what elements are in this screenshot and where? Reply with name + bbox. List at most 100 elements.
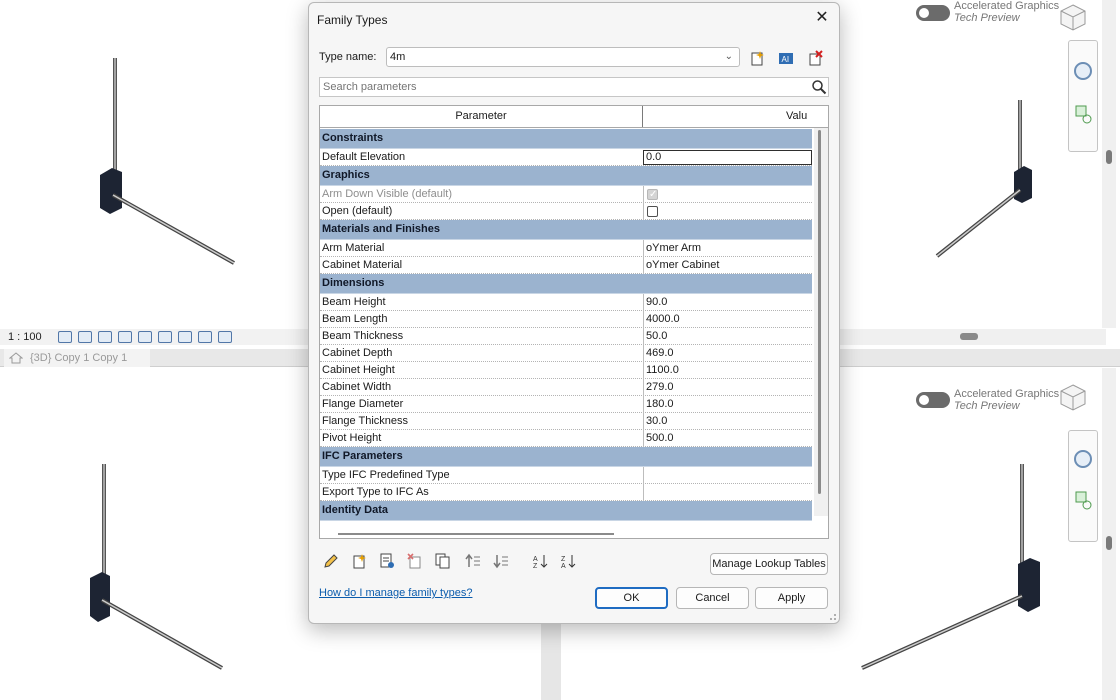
resize-grip-icon[interactable]	[827, 611, 837, 621]
new-parameter-icon	[353, 554, 366, 569]
parameter-value[interactable]: 50.0	[643, 328, 812, 345]
parameter-value[interactable]	[643, 203, 812, 220]
render-icon[interactable]	[138, 331, 152, 343]
viewport-bottom-right[interactable]: Accelerated Graphics Tech Preview	[840, 368, 1116, 700]
column-header-parameter[interactable]: Parameter	[320, 106, 643, 127]
scrollbar-thumb[interactable]	[1106, 536, 1112, 550]
group-header[interactable]: Identity Data	[320, 501, 812, 521]
scrollbar-thumb[interactable]	[338, 533, 614, 535]
parameter-value[interactable]: 4000.0	[643, 311, 812, 328]
parameter-row[interactable]: Beam Height 90.0	[320, 294, 812, 311]
parameter-value[interactable]: 1100.0	[643, 362, 812, 379]
horizontal-scrollbar-top-right[interactable]	[840, 329, 1106, 345]
copy-parameter-button[interactable]	[377, 551, 397, 571]
steering-wheel-icon[interactable]	[1069, 445, 1097, 473]
scale-label[interactable]: 1 : 100	[8, 331, 52, 343]
navigation-bar[interactable]	[1068, 430, 1098, 542]
accelerated-graphics-toggle[interactable]	[916, 5, 950, 21]
scrollbar-thumb[interactable]	[1106, 150, 1112, 164]
crop-view-icon[interactable]	[178, 331, 192, 343]
navigation-bar[interactable]	[1068, 40, 1098, 152]
parameter-value[interactable]: 500.0	[643, 430, 812, 447]
parameter-value[interactable]: 30.0	[643, 413, 812, 430]
vertical-scrollbar[interactable]	[1102, 0, 1116, 328]
move-up-button[interactable]	[463, 551, 483, 571]
parameter-row[interactable]: Export Type to IFC As	[320, 484, 812, 501]
view-cube-icon[interactable]	[1058, 382, 1088, 412]
zoom-region-icon[interactable]	[1069, 101, 1097, 129]
duplicate-button[interactable]	[433, 551, 453, 571]
hide-isolate-icon[interactable]	[198, 331, 212, 343]
cancel-button[interactable]: Cancel	[676, 587, 749, 609]
close-icon[interactable]: ✕	[813, 10, 831, 28]
tab-3d-copy[interactable]: {3D} Copy 1 Copy 1	[4, 349, 150, 367]
lock-view-icon[interactable]	[158, 331, 172, 343]
group-header[interactable]: IFC Parameters	[320, 447, 812, 467]
type-name-label: Type name:	[319, 51, 377, 63]
search-icon[interactable]	[811, 79, 827, 95]
parameter-row[interactable]: Arm Material oYmer Arm	[320, 240, 812, 257]
group-header[interactable]: Dimensions	[320, 274, 812, 294]
checkbox[interactable]	[647, 206, 658, 217]
scrollbar-thumb[interactable]	[818, 130, 821, 494]
parameter-row[interactable]: Cabinet Width 279.0	[320, 379, 812, 396]
ok-button[interactable]: OK	[595, 587, 668, 609]
move-down-button[interactable]	[491, 551, 511, 571]
parameter-row[interactable]: Cabinet Material oYmer Cabinet	[320, 257, 812, 274]
parameter-value[interactable]	[643, 186, 812, 203]
search-parameters-input[interactable]	[319, 77, 829, 97]
group-header[interactable]: Graphics	[320, 166, 812, 186]
steering-wheel-icon[interactable]	[1069, 57, 1097, 85]
shadows-icon[interactable]	[118, 331, 132, 343]
rename-type-button[interactable]: AI	[775, 47, 797, 69]
sort-descending-button[interactable]: ZA	[559, 551, 579, 571]
parameter-row[interactable]: Flange Diameter 180.0	[320, 396, 812, 413]
parameter-row[interactable]: Pivot Height 500.0	[320, 430, 812, 447]
viewport-top-left[interactable]	[0, 0, 308, 330]
parameter-value[interactable]: 180.0	[643, 396, 812, 413]
parameter-row[interactable]: Arm Down Visible (default)	[320, 186, 812, 203]
parameter-row[interactable]: Open (default)	[320, 203, 812, 220]
delete-parameter-button[interactable]	[405, 551, 425, 571]
sun-path-icon[interactable]	[98, 331, 112, 343]
vertical-scrollbar[interactable]	[1102, 368, 1116, 700]
manage-lookup-tables-button[interactable]: Manage Lookup Tables	[710, 553, 828, 575]
parameter-value[interactable]: 469.0	[643, 345, 812, 362]
scrollbar-thumb[interactable]	[960, 333, 978, 340]
visual-style-icon[interactable]	[78, 331, 92, 343]
viewport-top-right[interactable]: Accelerated Graphics Tech Preview	[840, 0, 1116, 328]
parameter-row[interactable]: Type IFC Predefined Type	[320, 467, 812, 484]
parameter-row[interactable]: Flange Thickness 30.0	[320, 413, 812, 430]
grid-horizontal-scrollbar[interactable]	[320, 530, 814, 538]
new-parameter-button[interactable]	[349, 551, 369, 571]
parameter-value[interactable]: 279.0	[643, 379, 812, 396]
group-header[interactable]: Constraints	[320, 129, 812, 149]
apply-button[interactable]: Apply	[755, 587, 828, 609]
grid-vertical-scrollbar[interactable]	[814, 128, 828, 516]
help-link[interactable]: How do I manage family types?	[319, 587, 472, 599]
parameter-value-input[interactable]: 0.0	[643, 150, 812, 165]
parameter-row[interactable]: Beam Length 4000.0	[320, 311, 812, 328]
parameter-value[interactable]	[643, 484, 812, 501]
reveal-hidden-icon[interactable]	[218, 331, 232, 343]
viewport-bottom-left[interactable]	[0, 368, 308, 700]
parameter-value[interactable]: 90.0	[643, 294, 812, 311]
zoom-region-icon[interactable]	[1069, 487, 1097, 515]
parameter-value[interactable]	[643, 467, 812, 484]
column-header-value[interactable]: Valu	[786, 106, 807, 126]
type-name-select[interactable]: 4m ⌄	[386, 47, 740, 67]
parameter-row[interactable]: Cabinet Height 1100.0	[320, 362, 812, 379]
parameter-value[interactable]: oYmer Cabinet	[643, 257, 812, 274]
new-type-button[interactable]	[746, 47, 768, 69]
parameter-row[interactable]: Beam Thickness 50.0	[320, 328, 812, 345]
sort-ascending-button[interactable]: AZ	[531, 551, 551, 571]
parameter-row[interactable]: Cabinet Depth 469.0	[320, 345, 812, 362]
parameter-value[interactable]: oYmer Arm	[643, 240, 812, 257]
edit-parameter-button[interactable]	[321, 551, 341, 571]
detail-level-icon[interactable]	[58, 331, 72, 343]
group-header[interactable]: Materials and Finishes	[320, 220, 812, 240]
accelerated-graphics-toggle[interactable]	[916, 392, 950, 408]
view-cube-icon[interactable]	[1058, 2, 1088, 32]
delete-type-button[interactable]	[804, 47, 826, 69]
parameter-row[interactable]: Default Elevation 0.0	[320, 149, 812, 166]
